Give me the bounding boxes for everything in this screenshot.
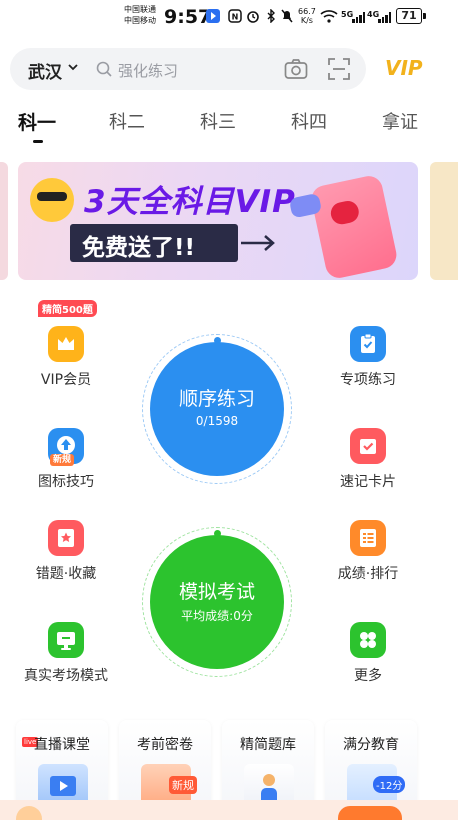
- icon-tips-label: 图标技巧: [38, 474, 94, 490]
- exam-papers-new-tag: 新规: [169, 776, 197, 794]
- more-label: 更多: [354, 668, 382, 684]
- carrier-info: 中国联通 中国移动: [124, 4, 156, 26]
- flash-cards-label: 速记卡片: [340, 474, 396, 490]
- sunglasses-emoji-icon: [30, 178, 74, 222]
- subject-tabs: 科一 科二 科三 科四 拿证: [0, 104, 458, 148]
- chevron-down-icon[interactable]: [68, 63, 78, 71]
- nfc-icon: N: [228, 9, 242, 23]
- score-list-icon: [350, 520, 386, 556]
- alarm-icon: [247, 11, 259, 23]
- carrier-1: 中国联通: [124, 5, 156, 14]
- icon-tips-entry[interactable]: 新规 图标技巧: [6, 428, 126, 491]
- app-notification-icon: [206, 9, 220, 23]
- ranking-entry[interactable]: 成绩·排行: [308, 520, 428, 583]
- bluetooth-icon: [267, 9, 275, 23]
- tab-subject-1[interactable]: 科一: [18, 108, 56, 135]
- mistakes-label: 错题·收藏: [35, 566, 97, 582]
- phone-illustration: [288, 173, 399, 280]
- mock-exam-average: 平均成绩:0分: [181, 609, 253, 623]
- bottom-action-button[interactable]: [338, 806, 402, 820]
- signal-icon-1: [352, 11, 365, 23]
- flash-card-icon: [350, 428, 386, 464]
- search-icon: [96, 61, 112, 77]
- mute-icon: [281, 9, 293, 23]
- tab-subject-3[interactable]: 科三: [200, 108, 236, 134]
- vip-logo[interactable]: VIP: [385, 56, 423, 80]
- real-exam-label: 真实考场模式: [24, 668, 108, 684]
- tab-subject-2[interactable]: 科二: [109, 108, 145, 134]
- special-practice-label: 专项练习: [340, 372, 396, 388]
- crown-icon: [48, 326, 84, 362]
- net-speed-unit: K/s: [300, 16, 313, 25]
- vip-member-label: VIP会员: [40, 372, 92, 388]
- question-bank-title: 精简题库: [240, 737, 296, 753]
- exam-papers-title: 考前密卷: [137, 737, 193, 753]
- city-selector[interactable]: 武汉: [28, 58, 62, 83]
- real-exam-entry[interactable]: 真实考场模式: [6, 622, 126, 685]
- sequential-progress: 0/1598: [195, 414, 239, 428]
- mistakes-entry[interactable]: 错题·收藏: [6, 520, 126, 583]
- banner-next-peek[interactable]: [430, 162, 458, 280]
- special-practice-entry[interactable]: 专项练习: [308, 326, 428, 389]
- full-score-title: 满分教育: [343, 737, 399, 753]
- scan-icon[interactable]: [328, 58, 350, 80]
- battery-indicator: 71: [396, 8, 426, 24]
- arrow-right-icon: [241, 235, 275, 251]
- search-input[interactable]: 强化练习: [118, 60, 178, 81]
- traffic-sign-icon: 新规: [48, 428, 84, 466]
- top-header: 武汉 强化练习 VIP: [0, 46, 458, 92]
- net-speed-value: 66.7: [298, 7, 316, 16]
- sequential-practice-button[interactable]: 顺序练习 0/1598: [150, 342, 284, 476]
- banner-subtitle-box: 免费送了!!: [70, 224, 238, 262]
- wifi-icon: [320, 10, 338, 23]
- more-entry[interactable]: 更多: [308, 622, 428, 685]
- svg-text:N: N: [232, 13, 239, 22]
- signal-icon-2: [378, 11, 391, 23]
- tab-get-license[interactable]: 拿证: [382, 108, 418, 134]
- score-deduction-tag: -12分: [373, 776, 406, 793]
- live-class-title: 直播课堂: [34, 737, 90, 753]
- vip-badge: 精简500题: [38, 300, 97, 317]
- network-speed: 66.7 K/s: [298, 7, 316, 25]
- clipboard-check-icon: [350, 326, 386, 362]
- camera-icon[interactable]: [284, 58, 308, 80]
- grid-more-icon: [350, 622, 386, 658]
- tab-indicator: [33, 140, 43, 143]
- tab-subject-4[interactable]: 科四: [291, 108, 327, 134]
- new-rule-tag: 新规: [50, 454, 75, 466]
- sequential-title: 顺序练习: [178, 388, 255, 410]
- mock-exam-title: 模拟考试: [178, 581, 255, 603]
- search-bar: 武汉 强化练习: [10, 48, 366, 90]
- status-bar: 中国联通 中国移动 9:57 N 66.7 K/s 5G 4G 71: [0, 0, 458, 34]
- banner-prev-peek[interactable]: [0, 162, 8, 280]
- promo-banner[interactable]: 3天全科目VIP 免费送了!!: [18, 162, 418, 280]
- vip-member-entry[interactable]: VIP会员: [6, 326, 126, 389]
- mock-exam-button[interactable]: 模拟考试 平均成绩:0分: [150, 535, 284, 669]
- banner-title: 3天全科目VIP: [84, 184, 296, 220]
- flash-cards-entry[interactable]: 速记卡片: [308, 428, 428, 491]
- mistakes-star-icon: [48, 520, 84, 556]
- ranking-label: 成绩·排行: [337, 566, 399, 582]
- carrier-2: 中国移动: [124, 16, 156, 25]
- clock: 9:57: [164, 6, 212, 28]
- banner-subtitle: 免费送了!!: [82, 235, 195, 261]
- monitor-icon: [48, 622, 84, 658]
